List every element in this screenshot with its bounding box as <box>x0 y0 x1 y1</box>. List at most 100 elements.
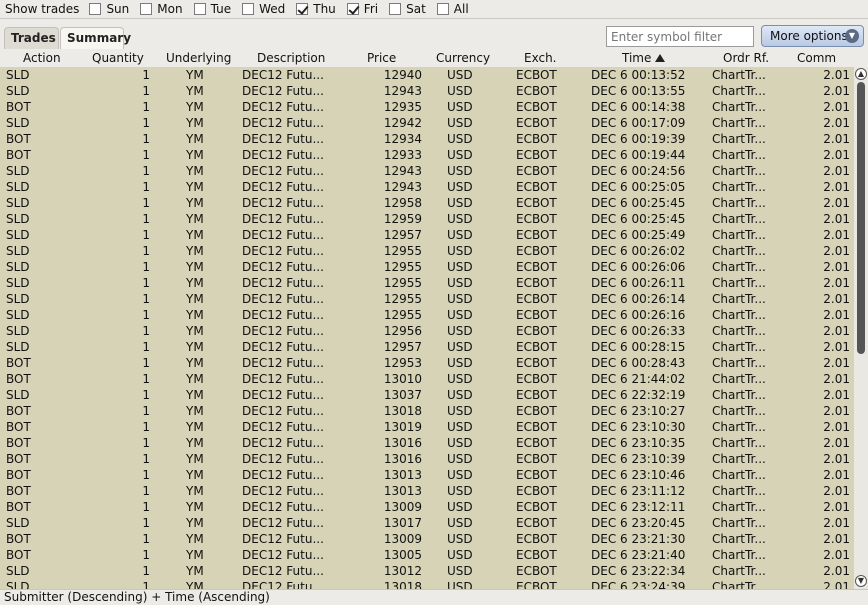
quantity-cell: 1 <box>142 84 150 98</box>
table-row[interactable]: SLD 1 YM DEC12 Futu... 12942 USD ECBOT DEC 6 00… <box>0 115 854 131</box>
column-header-underlying[interactable]: Underlying <box>166 51 231 65</box>
table-row[interactable]: BOT 1 YM DEC12 Futu... 13019 USD ECBOT DEC 6 23… <box>0 419 854 435</box>
underlying-cell: YM <box>186 292 204 306</box>
description-cell: DEC12 Futu... <box>242 260 324 274</box>
column-header-currency[interactable]: Currency <box>436 51 490 65</box>
currency-cell: USD <box>447 116 473 130</box>
column-header-comm[interactable]: Comm <box>797 51 836 65</box>
column-header-exchange[interactable]: Exch. <box>524 51 557 65</box>
commission-cell: 2.01 <box>823 308 850 322</box>
action-cell: BOT <box>6 452 31 466</box>
column-header-order-ref[interactable]: Ordr Rf. <box>723 51 769 65</box>
checkbox-icon[interactable] <box>89 3 102 15</box>
table-row[interactable]: SLD 1 YM DEC12 Futu... 13012 USD ECBOT DEC 6 23… <box>0 563 854 579</box>
tab-trades[interactable]: Trades <box>4 27 59 49</box>
day-checkbox-tue[interactable]: Tue <box>193 2 231 16</box>
more-options-label: More options <box>770 29 848 43</box>
table-row[interactable]: BOT 1 YM DEC12 Futu... 12935 USD ECBOT DEC 6 00… <box>0 99 854 115</box>
table-row[interactable]: BOT 1 YM DEC12 Futu... 13009 USD ECBOT DEC 6 23… <box>0 531 854 547</box>
table-row[interactable]: SLD 1 YM DEC12 Futu... 12955 USD ECBOT DEC 6 00… <box>0 259 854 275</box>
scroll-up-icon[interactable]: ▲ <box>855 68 867 80</box>
time-cell: DEC 6 23:20:45 <box>591 516 686 530</box>
table-row[interactable]: BOT 1 YM DEC12 Futu... 13013 USD ECBOT DEC 6 23… <box>0 483 854 499</box>
table-row[interactable]: SLD 1 YM DEC12 Futu... 12955 USD ECBOT DEC 6 00… <box>0 243 854 259</box>
order-ref-cell: ChartTr... <box>712 564 766 578</box>
table-row[interactable]: SLD 1 YM DEC12 Futu... 12957 USD ECBOT DEC 6 00… <box>0 339 854 355</box>
table-row[interactable]: BOT 1 YM DEC12 Futu... 13016 USD ECBOT DEC 6 23… <box>0 435 854 451</box>
column-header-time[interactable]: Time <box>622 51 666 65</box>
day-checkbox-wed[interactable]: Wed <box>242 2 285 16</box>
quantity-cell: 1 <box>142 260 150 274</box>
table-row[interactable]: SLD 1 YM DEC12 Futu... 12956 USD ECBOT DEC 6 00… <box>0 323 854 339</box>
day-checkbox-fri[interactable]: Fri <box>346 2 378 16</box>
checkbox-icon[interactable] <box>436 3 449 15</box>
checkbox-icon[interactable] <box>242 3 255 15</box>
exchange-cell: ECBOT <box>516 548 557 562</box>
table-row[interactable]: SLD 1 YM DEC12 Futu... 12955 USD ECBOT DEC 6 00… <box>0 291 854 307</box>
table-row[interactable]: BOT 1 YM DEC12 Futu... 13009 USD ECBOT DEC 6 23… <box>0 499 854 515</box>
column-header-price[interactable]: Price <box>367 51 396 65</box>
scroll-down-icon[interactable]: ▼ <box>855 575 867 587</box>
action-cell: SLD <box>6 516 30 530</box>
exchange-cell: ECBOT <box>516 356 557 370</box>
currency-cell: USD <box>447 292 473 306</box>
table-row[interactable]: BOT 1 YM DEC12 Futu... 13018 USD ECBOT DEC 6 23… <box>0 403 854 419</box>
column-header-action[interactable]: Action <box>23 51 61 65</box>
currency-cell: USD <box>447 516 473 530</box>
underlying-cell: YM <box>186 180 204 194</box>
vertical-scrollbar[interactable]: ▲ ▼ <box>854 67 868 589</box>
quantity-cell: 1 <box>142 212 150 226</box>
checkbox-icon[interactable] <box>193 3 206 15</box>
table-row[interactable]: SLD 1 YM DEC12 Futu... 12955 USD ECBOT DEC 6 00… <box>0 275 854 291</box>
commission-cell: 2.01 <box>823 180 850 194</box>
symbol-filter-input[interactable] <box>606 26 754 47</box>
checkbox-icon[interactable] <box>389 3 402 15</box>
time-cell: DEC 6 23:10:35 <box>591 436 686 450</box>
table-row[interactable]: BOT 1 YM DEC12 Futu... 13013 USD ECBOT DEC 6 23… <box>0 467 854 483</box>
table-row[interactable]: BOT 1 YM DEC12 Futu... 13010 USD ECBOT DEC 6 21… <box>0 371 854 387</box>
checkbox-icon[interactable] <box>140 3 153 15</box>
table-row[interactable]: SLD 1 YM DEC12 Futu... 13017 USD ECBOT DEC 6 23… <box>0 515 854 531</box>
table-row[interactable]: SLD 1 YM DEC12 Futu... 12959 USD ECBOT DEC 6 00… <box>0 211 854 227</box>
more-options-button[interactable]: More options ▼ <box>761 25 864 47</box>
description-cell: DEC12 Futu... <box>242 132 324 146</box>
exchange-cell: ECBOT <box>516 484 557 498</box>
quantity-cell: 1 <box>142 516 150 530</box>
table-row[interactable]: BOT 1 YM DEC12 Futu... 12933 USD ECBOT DEC 6 00… <box>0 147 854 163</box>
column-header-description[interactable]: Description <box>257 51 325 65</box>
checkbox-checked-icon[interactable] <box>296 3 309 15</box>
table-row[interactable]: SLD 1 YM DEC12 Futu... 12940 USD ECBOT DEC 6 00… <box>0 67 854 83</box>
table-row[interactable]: SLD 1 YM DEC12 Futu... 12943 USD ECBOT DEC 6 00… <box>0 83 854 99</box>
action-cell: SLD <box>6 84 30 98</box>
table-row[interactable]: SLD 1 YM DEC12 Futu... 12943 USD ECBOT DEC 6 00… <box>0 179 854 195</box>
price-cell: 13016 <box>383 452 422 466</box>
price-cell: 12955 <box>383 292 422 306</box>
table-row[interactable]: SLD 1 YM DEC12 Futu... 12955 USD ECBOT DEC 6 00… <box>0 307 854 323</box>
table-row[interactable]: SLD 1 YM DEC12 Futu... 12957 USD ECBOT DEC 6 00… <box>0 227 854 243</box>
action-cell: SLD <box>6 324 30 338</box>
day-checkbox-thu[interactable]: Thu <box>296 2 336 16</box>
table-row[interactable]: BOT 1 YM DEC12 Futu... 13005 USD ECBOT DEC 6 23… <box>0 547 854 563</box>
commission-cell: 2.01 <box>823 292 850 306</box>
commission-cell: 2.01 <box>823 148 850 162</box>
price-cell: 13019 <box>383 420 422 434</box>
day-checkbox-sat[interactable]: Sat <box>389 2 426 16</box>
table-row[interactable]: SLD 1 YM DEC12 Futu... 13037 USD ECBOT DEC 6 22… <box>0 387 854 403</box>
day-checkbox-sun[interactable]: Sun <box>89 2 129 16</box>
table-row[interactable]: BOT 1 YM DEC12 Futu... 12934 USD ECBOT DEC 6 00… <box>0 131 854 147</box>
tab-summary[interactable]: Summary <box>60 27 131 49</box>
day-checkbox-mon[interactable]: Mon <box>140 2 183 16</box>
table-row[interactable]: BOT 1 YM DEC12 Futu... 13016 USD ECBOT DEC 6 23… <box>0 451 854 467</box>
table-row[interactable]: SLD 1 YM DEC12 Futu... 13018 USD ECBOT DEC 6 23… <box>0 579 854 589</box>
table-row[interactable]: BOT 1 YM DEC12 Futu... 12953 USD ECBOT DEC 6 00… <box>0 355 854 371</box>
commission-cell: 2.01 <box>823 84 850 98</box>
day-checkbox-all[interactable]: All <box>436 2 469 16</box>
column-header-quantity[interactable]: Quantity <box>92 51 144 65</box>
scrollbar-thumb[interactable] <box>857 82 865 354</box>
table-row[interactable]: SLD 1 YM DEC12 Futu... 12958 USD ECBOT DEC 6 00… <box>0 195 854 211</box>
quantity-cell: 1 <box>142 356 150 370</box>
table-row[interactable]: SLD 1 YM DEC12 Futu... 12943 USD ECBOT DEC 6 00… <box>0 163 854 179</box>
action-cell: SLD <box>6 340 30 354</box>
checkbox-checked-icon[interactable] <box>346 3 359 15</box>
commission-cell: 2.01 <box>823 340 850 354</box>
